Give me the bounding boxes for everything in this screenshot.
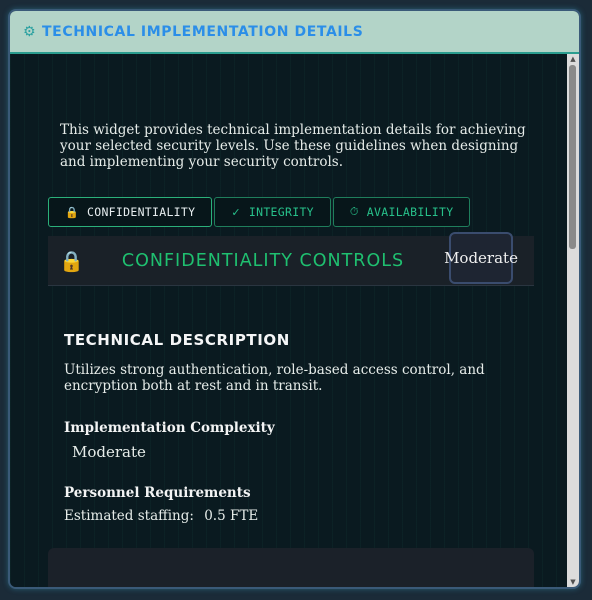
technical-description-heading: TECHNICAL DESCRIPTION	[64, 331, 290, 349]
lock-icon: 🔒	[59, 248, 84, 273]
next-section-card	[48, 548, 534, 587]
scroll-thumb[interactable]	[569, 65, 576, 249]
gear-icon: ⚙	[23, 23, 36, 40]
title-bar: ⚙ TECHNICAL IMPLEMENTATION DETAILS	[10, 11, 579, 54]
tab-availability[interactable]: ⏱ AVAILABILITY	[332, 197, 471, 227]
widget-window: ⚙ TECHNICAL IMPLEMENTATION DETAILS This …	[8, 9, 581, 589]
personnel-requirements-heading: Personnel Requirements	[64, 485, 251, 501]
implementation-complexity-value: Moderate	[72, 443, 146, 461]
tab-confidentiality[interactable]: 🔒 CONFIDENTIALITY	[48, 197, 213, 227]
tab-integrity[interactable]: ✓ INTEGRITY	[214, 197, 331, 227]
implementation-complexity-heading: Implementation Complexity	[64, 420, 275, 436]
security-tabs: 🔒 CONFIDENTIALITY ✓ INTEGRITY ⏱ AVAILABI…	[48, 197, 471, 229]
tab-label: INTEGRITY	[248, 205, 314, 219]
staffing-row: Estimated staffing: 0.5 FTE	[64, 508, 258, 524]
section-title: CONFIDENTIALITY CONTROLS	[121, 250, 405, 271]
staffing-value: 0.5 FTE	[204, 508, 259, 524]
security-level-button[interactable]: Moderate	[444, 232, 518, 284]
staffing-label: Estimated staffing:	[64, 508, 194, 524]
check-icon: ✓	[231, 205, 241, 219]
scroll-down-arrow-icon[interactable]: ▼	[567, 577, 579, 587]
scroll-up-arrow-icon[interactable]: ▲	[567, 54, 579, 64]
technical-description-text: Utilizes strong authentication, role-bas…	[64, 362, 485, 394]
window-title: TECHNICAL IMPLEMENTATION DETAILS	[42, 23, 364, 40]
intro-text: This widget provides technical implement…	[60, 122, 526, 170]
tab-label: AVAILABILITY	[366, 205, 454, 219]
section-header: 🔒 CONFIDENTIALITY CONTROLS Moderate	[48, 232, 534, 286]
vertical-scrollbar[interactable]: ▲ ▼	[567, 54, 579, 587]
tab-label: CONFIDENTIALITY	[87, 205, 196, 219]
stopwatch-icon: ⏱	[349, 205, 359, 218]
lock-icon: 🔒	[65, 205, 79, 219]
content-panel: This widget provides technical implement…	[10, 54, 568, 587]
